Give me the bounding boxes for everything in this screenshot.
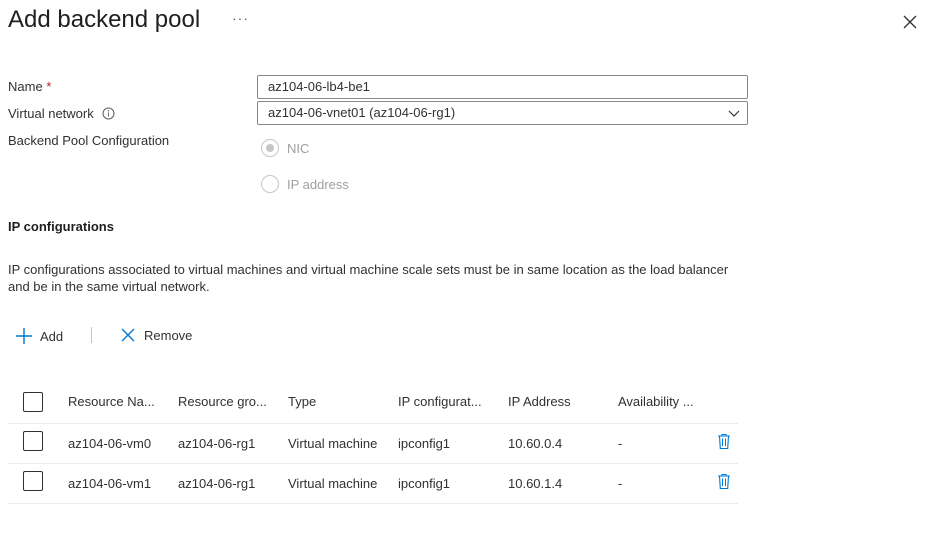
row-checkbox[interactable]	[23, 471, 43, 491]
radio-ip-address-circle[interactable]	[261, 175, 279, 193]
remove-button-label: Remove	[144, 327, 193, 343]
cell-resource-name: az104-06-vm1	[68, 476, 152, 491]
cell-availability: -	[618, 476, 623, 491]
column-resource-group[interactable]: Resource gro...	[178, 394, 267, 409]
delete-icon[interactable]	[717, 473, 731, 490]
cell-type: Virtual machine	[288, 476, 378, 491]
select-all-checkbox[interactable]	[23, 392, 43, 412]
name-input[interactable]: az104-06-lb4-be1	[257, 75, 748, 99]
radio-nic-label: NIC	[287, 140, 310, 156]
backend-pool-config-label: Backend Pool Configuration	[8, 133, 170, 148]
remove-button[interactable]: Remove	[120, 327, 192, 343]
add-icon	[16, 328, 32, 344]
column-type[interactable]: Type	[288, 394, 316, 409]
cell-ip-address: 10.60.1.4	[508, 476, 563, 491]
table-row: az104-06-vm1 az104-06-rg1 Virtual machin…	[0, 464, 740, 503]
name-label: Name *	[8, 79, 51, 94]
close-icon[interactable]	[900, 12, 920, 32]
remove-icon	[121, 328, 135, 342]
page-title: Add backend pool	[8, 6, 201, 33]
info-icon[interactable]	[102, 107, 115, 120]
column-availability[interactable]: Availability ...	[618, 394, 694, 409]
cell-ip-address: 10.60.0.4	[508, 436, 563, 451]
name-label-text: Name	[8, 79, 43, 94]
row-divider	[8, 503, 738, 504]
column-resource-name[interactable]: Resource Na...	[68, 394, 155, 409]
row-checkbox[interactable]	[23, 431, 43, 451]
radio-nic[interactable]: NIC	[261, 139, 309, 157]
cell-resource-group: az104-06-rg1	[178, 476, 256, 491]
more-options-button[interactable]: ···	[232, 10, 249, 26]
cell-ip-configuration: ipconfig1	[398, 436, 451, 451]
toolbar-divider	[91, 327, 92, 343]
ip-configurations-description: IP configurations associated to virtual …	[8, 262, 729, 294]
add-button[interactable]: Add	[15, 327, 63, 345]
column-ip-address[interactable]: IP Address	[508, 394, 571, 409]
ip-configurations-heading: IP configurations	[8, 219, 114, 234]
cell-ip-configuration: ipconfig1	[398, 476, 451, 491]
required-marker: *	[46, 79, 52, 94]
virtual-network-label-text: Virtual network	[8, 106, 94, 121]
name-input-value: az104-06-lb4-be1	[268, 79, 370, 94]
radio-ip-address[interactable]: IP address	[261, 175, 349, 193]
table-row: az104-06-vm0 az104-06-rg1 Virtual machin…	[0, 424, 740, 463]
cell-type: Virtual machine	[288, 436, 378, 451]
radio-ip-address-label: IP address	[287, 176, 349, 192]
virtual-network-value: az104-06-vnet01 (az104-06-rg1)	[268, 105, 456, 120]
virtual-network-label: Virtual network	[8, 106, 115, 121]
radio-nic-circle[interactable]	[261, 139, 279, 157]
delete-icon[interactable]	[717, 433, 731, 450]
cell-resource-name: az104-06-vm0	[68, 436, 152, 451]
cell-resource-group: az104-06-rg1	[178, 436, 256, 451]
virtual-network-select[interactable]: az104-06-vnet01 (az104-06-rg1)	[257, 101, 748, 125]
column-ip-configuration[interactable]: IP configurat...	[398, 394, 482, 409]
cell-availability: -	[618, 436, 623, 451]
chevron-down-icon	[728, 110, 740, 117]
add-button-label: Add	[40, 328, 64, 344]
